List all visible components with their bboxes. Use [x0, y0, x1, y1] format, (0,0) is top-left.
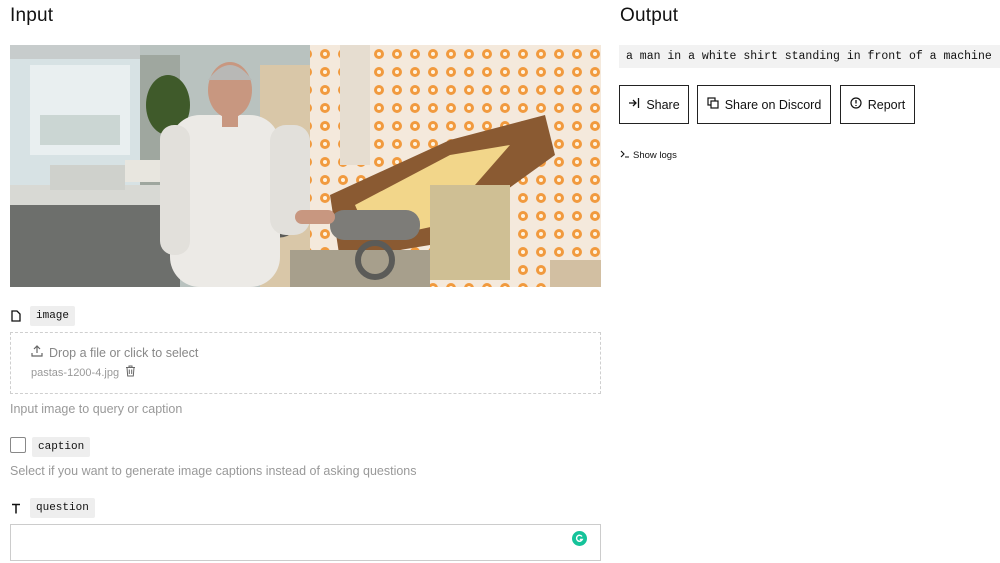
output-text: a man in a white shirt standing in front… [619, 45, 1000, 68]
share-arrow-icon [628, 97, 640, 112]
upload-icon [31, 345, 43, 360]
terminal-prompt-icon [620, 150, 630, 161]
image-field-label: image [10, 306, 76, 326]
share-discord-button[interactable]: Share on Discord [697, 85, 831, 124]
drop-instruction[interactable]: Drop a file or click to select [31, 345, 198, 360]
uploaded-file-row: pastas-1200-4.jpg [31, 365, 136, 380]
grammarly-icon[interactable] [572, 531, 587, 546]
uploaded-photo [10, 45, 601, 287]
caption-help-text: Select if you want to generate image cap… [10, 464, 417, 478]
report-button[interactable]: Report [840, 85, 915, 124]
output-heading: Output [620, 5, 679, 26]
question-field-label: question [10, 498, 95, 518]
image-help-text: Input image to query or caption [10, 402, 183, 416]
image-preview[interactable] [10, 45, 601, 287]
show-logs-label: Show logs [633, 150, 677, 161]
caption-field-tag: caption [32, 437, 91, 457]
drop-text: Drop a file or click to select [49, 345, 199, 360]
report-label: Report [867, 97, 906, 112]
file-dropzone[interactable]: Drop a file or click to select pastas-12… [10, 332, 601, 394]
copy-icon [707, 97, 719, 112]
show-logs-toggle[interactable]: Show logs [620, 150, 677, 161]
alert-circle-icon [850, 97, 862, 112]
text-t-icon [10, 501, 22, 515]
caption-field-label: caption [32, 437, 91, 457]
image-field-tag: image [30, 306, 76, 326]
file-name: pastas-1200-4.jpg [31, 366, 120, 379]
file-icon [10, 309, 22, 323]
input-heading: Input [10, 5, 54, 26]
share-label: Share [646, 97, 680, 112]
share-button[interactable]: Share [619, 85, 689, 124]
question-field-tag: question [30, 498, 95, 518]
trash-icon[interactable] [125, 365, 136, 380]
question-input[interactable] [10, 524, 601, 561]
caption-checkbox[interactable] [10, 437, 26, 453]
share-discord-label: Share on Discord [724, 97, 822, 112]
